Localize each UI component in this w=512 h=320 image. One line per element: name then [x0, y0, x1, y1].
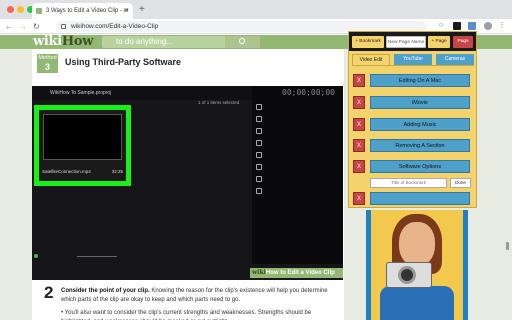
step-text: Consider the point of your clip. Knowing… — [61, 287, 337, 305]
pages-button[interactable]: Pags — [453, 36, 473, 48]
zoom-slider — [77, 256, 117, 257]
lock-icon — [61, 24, 66, 29]
page-scrollbar[interactable] — [506, 242, 509, 250]
tab-title: 3 Ways to Edit a Video Clip - w — [46, 8, 129, 14]
status-dot-icon — [34, 254, 38, 258]
clip-name: SatelliteConnection.mp4 — [42, 169, 91, 174]
watermark-text: How to Edit a Video Clip — [265, 270, 335, 276]
wikihow-watermark: wikiHow to Edit a Video Clip — [250, 268, 343, 278]
reload-button[interactable]: ↻ — [33, 20, 40, 33]
bookmark-link[interactable]: Software Options — [370, 160, 470, 173]
step-screenshot[interactable]: WikiHow To Sample.proproj 00;00;00;00 1 … — [32, 86, 343, 280]
wikihow-favicon-icon — [36, 8, 42, 14]
browser-tab[interactable]: 3 Ways to Edit a Video Clip - w × — [32, 3, 133, 19]
razor-tool-icon — [256, 140, 262, 146]
project-titlebar: WikiHow To Sample.proproj — [32, 86, 252, 100]
address-url: wikihow.com/Edit-a-Video-Clip — [71, 23, 159, 30]
article-content: Method 3 Using Third-Party Software Wiki… — [32, 49, 344, 320]
search-icon — [239, 38, 245, 44]
project-title: WikiHow To Sample.proproj — [50, 90, 112, 96]
highlighted-clip: SatelliteConnection.mp4 32:25 — [34, 105, 131, 186]
tab-cameras[interactable]: Cameras — [436, 54, 474, 65]
hand-tool-icon — [256, 176, 262, 182]
selection-info: 1 of 1 items selected — [198, 100, 240, 105]
minimize-window-button[interactable] — [17, 6, 24, 13]
bookmark-link-empty[interactable] — [370, 192, 470, 205]
back-button[interactable]: ← — [5, 20, 13, 33]
extension-2-icon[interactable] — [468, 22, 476, 30]
tab-youtube[interactable]: YouTube — [394, 54, 432, 65]
search-placeholder: to do anything... — [116, 37, 173, 46]
track-tool-icon — [256, 116, 262, 122]
preview-viewer — [252, 86, 343, 264]
panel-bottombar — [32, 251, 252, 261]
add-page-button[interactable]: + Page — [428, 36, 450, 48]
wikihow-logo[interactable]: wikiHow — [33, 35, 93, 49]
extension-icon[interactable] — [453, 22, 461, 30]
sidebar-ad-image[interactable] — [366, 210, 468, 320]
bullet-text: You'll also want to consider the clip's … — [61, 310, 312, 320]
tab-video-edit[interactable]: Video Edit — [352, 54, 390, 65]
timecode-readout: 00;00;00;00 — [282, 88, 335, 97]
logo-how: How — [61, 35, 94, 49]
select-tool-icon — [256, 104, 262, 110]
bookmark-link[interactable]: iMovie — [370, 96, 470, 109]
step-bullet: • You'll also want to consider the clip'… — [61, 309, 337, 320]
ripple-tool-icon — [256, 128, 262, 134]
bookmark-title-input[interactable]: Title of Bookmark — [370, 178, 447, 188]
delete-bookmark-button[interactable]: X — [353, 96, 365, 109]
tab-divider — [352, 65, 474, 66]
method-badge: Method 3 — [37, 54, 58, 73]
method-title: Using Third-Party Software — [65, 57, 182, 67]
delete-bookmark-button[interactable]: X — [353, 118, 365, 131]
ad-shirt — [380, 286, 454, 320]
watermark-wiki: wiki — [252, 269, 266, 276]
forward-button[interactable]: → — [19, 20, 27, 33]
type-tool-icon — [256, 188, 262, 194]
bookmark-link[interactable]: Editing On A Mac — [370, 74, 470, 87]
logo-wiki: wiki — [33, 35, 62, 49]
pen-tool-icon — [256, 164, 262, 170]
tab-close-icon[interactable]: × — [125, 3, 129, 19]
slip-tool-icon — [256, 152, 262, 158]
editing-tools — [254, 104, 264, 214]
step-bold: Consider the point of your clip. — [61, 288, 150, 294]
new-page-name-input[interactable]: New Page Name — [386, 36, 426, 48]
browser-titlebar: 3 Ways to Edit a Video Clip - w × + — [0, 0, 512, 19]
new-tab-button[interactable]: + — [139, 3, 145, 16]
delete-bookmark-button[interactable]: X — [353, 160, 365, 173]
add-bookmark-button[interactable]: + Bookmark — [352, 36, 384, 48]
done-button[interactable]: Done — [450, 178, 471, 188]
bookmark-star-icon[interactable]: ☆ — [437, 22, 445, 30]
delete-bookmark-button[interactable]: X — [353, 139, 365, 152]
step-number: 2 — [44, 283, 54, 302]
search-button[interactable] — [225, 36, 260, 48]
bookmark-extension-popup: + Bookmark New Page Name + Page Pags Vid… — [348, 31, 477, 208]
delete-bookmark-button[interactable]: X — [353, 74, 365, 87]
clip-thumbnail — [43, 114, 122, 160]
bookmark-link[interactable]: Adding Music — [370, 118, 470, 131]
profile-avatar[interactable] — [484, 22, 492, 30]
extension-header: + Bookmark New Page Name + Page Pags — [349, 32, 476, 51]
method-label: Method — [38, 55, 57, 61]
clip-duration: 32:25 — [111, 169, 123, 174]
method-number: 3 — [44, 62, 50, 72]
camera-lens — [398, 266, 416, 284]
delete-bookmark-button[interactable]: X — [353, 192, 365, 205]
bookmark-link[interactable]: Removing A Section — [370, 139, 470, 152]
close-window-button[interactable] — [7, 6, 14, 13]
menu-kebab-icon[interactable]: ⋮ — [498, 22, 506, 30]
ad-face — [399, 222, 435, 266]
